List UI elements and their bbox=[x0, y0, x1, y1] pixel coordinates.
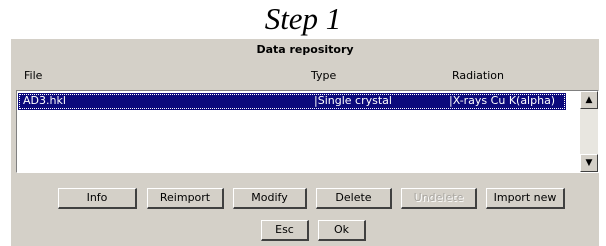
import-new-button-label: Import new bbox=[493, 191, 557, 204]
esc-button-label: Esc bbox=[275, 223, 294, 236]
info-button-label: Info bbox=[86, 191, 108, 204]
undelete-button[interactable]: Undelete bbox=[401, 188, 477, 209]
arrow-up-icon: ▲ bbox=[585, 95, 593, 105]
info-button[interactable]: Info bbox=[58, 188, 137, 209]
ok-button[interactable]: Ok bbox=[318, 220, 366, 241]
scroll-up-button[interactable]: ▲ bbox=[580, 91, 598, 109]
arrow-down-icon: ▼ bbox=[585, 158, 593, 168]
ok-button-label: Ok bbox=[333, 223, 350, 236]
step-caption: Step 1 bbox=[264, 1, 342, 36]
vertical-scrollbar[interactable]: ▲ ▼ bbox=[580, 91, 598, 172]
file-list[interactable]: AD3.hkl |Single crystal |X-rays Cu K(alp… bbox=[16, 90, 599, 173]
data-repository-dialog: Data repository File Type Radiation AD3.… bbox=[11, 39, 599, 246]
delete-button[interactable]: Delete bbox=[316, 188, 392, 209]
row-radiation: |X-rays Cu K(alpha) bbox=[449, 94, 556, 107]
column-header-file: File bbox=[24, 69, 43, 82]
column-header-radiation: Radiation bbox=[452, 69, 504, 82]
scroll-down-button[interactable]: ▼ bbox=[580, 154, 598, 172]
row-file: AD3.hkl bbox=[23, 94, 66, 107]
list-item-selected[interactable]: AD3.hkl |Single crystal |X-rays Cu K(alp… bbox=[18, 93, 566, 110]
modify-button[interactable]: Modify bbox=[233, 188, 307, 209]
undelete-button-label: Undelete bbox=[413, 191, 464, 204]
reimport-button[interactable]: Reimport bbox=[147, 188, 224, 209]
esc-button[interactable]: Esc bbox=[261, 220, 309, 241]
delete-button-label: Delete bbox=[335, 191, 372, 204]
column-header-type: Type bbox=[311, 69, 337, 82]
modify-button-label: Modify bbox=[251, 191, 288, 204]
import-new-button[interactable]: Import new bbox=[486, 188, 565, 209]
row-type: |Single crystal bbox=[314, 94, 392, 107]
reimport-button-label: Reimport bbox=[159, 191, 211, 204]
dialog-title: Data repository bbox=[256, 43, 354, 56]
